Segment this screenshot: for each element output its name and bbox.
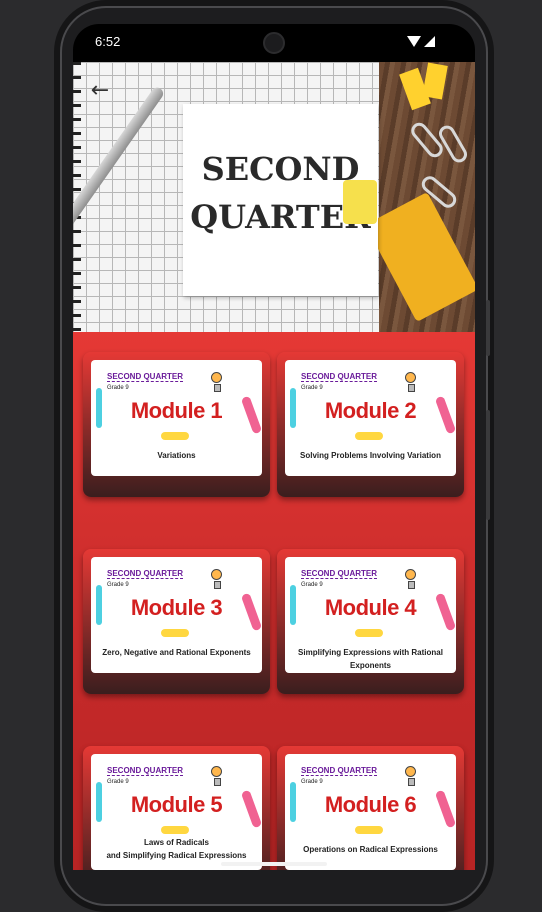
module-title-line: and Simplifying Radical Expressions	[106, 851, 247, 860]
module-thumbnail: SECOND QUARTER Grade 9 Module 3 Zero, Ne…	[91, 557, 262, 673]
module-title: Laws of Radicals and Simplifying Radical …	[95, 836, 258, 862]
module-card[interactable]: SECOND QUARTER Grade 9 Module 3 Zero, Ne…	[83, 549, 270, 694]
module-grid: SECOND QUARTER Grade 9 Module 1 Variatio…	[83, 352, 465, 870]
module-title-line: Zero, Negative and Rational Exponents	[102, 648, 251, 657]
module-thumbnail: SECOND QUARTER Grade 9 Module 5 Laws of …	[91, 754, 262, 870]
highlight-pill	[161, 432, 189, 440]
module-title-line: Variations	[157, 451, 196, 460]
module-thumbnail: SECOND QUARTER Grade 9 Module 4 Simplify…	[285, 557, 456, 673]
module-number: Module 6	[324, 792, 417, 817]
status-bar: 6:52	[73, 24, 475, 62]
module-thumbnail: SECOND QUARTER Grade 9 Module 2 Solving …	[285, 360, 456, 476]
power-button	[486, 410, 490, 520]
pencil-icon	[73, 85, 166, 232]
header-banner: SECOND QUARTER ←	[73, 62, 475, 332]
back-button[interactable]: ←	[87, 78, 113, 104]
module-card[interactable]: SECOND QUARTER Grade 9 Module 6 Operatio…	[277, 746, 464, 870]
module-card[interactable]: SECOND QUARTER Grade 9 Module 1 Variatio…	[83, 352, 270, 497]
module-thumbnail: SECOND QUARTER Grade 9 Module 1 Variatio…	[91, 360, 262, 476]
module-card[interactable]: SECOND QUARTER Grade 9 Module 4 Simplify…	[277, 549, 464, 694]
highlight-pill	[355, 826, 383, 834]
quarter-label: SECOND QUARTER	[301, 372, 378, 382]
quarter-label: SECOND QUARTER	[107, 766, 184, 776]
module-title: Operations on Radical Expressions	[289, 843, 452, 856]
quarter-label: SECOND QUARTER	[301, 766, 378, 776]
arrow-left-icon: ←	[90, 78, 110, 103]
lightbulb-icon	[405, 766, 416, 786]
grade-label: Grade 9	[301, 582, 323, 588]
module-title: Simplifying Expressions with Rational Ex…	[289, 646, 452, 672]
highlight-pill	[161, 826, 189, 834]
module-card[interactable]: SECOND QUARTER Grade 9 Module 5 Laws of …	[83, 746, 270, 870]
module-title-line: Simplifying Expressions with Rational Ex…	[298, 648, 443, 670]
quarter-label: SECOND QUARTER	[107, 372, 184, 382]
lightbulb-icon	[405, 569, 416, 589]
lightbulb-icon	[405, 372, 416, 392]
camera-icon	[263, 32, 285, 54]
status-icons	[407, 36, 435, 47]
grade-label: Grade 9	[107, 582, 129, 588]
quarter-label: SECOND QUARTER	[107, 569, 184, 579]
highlight-pill	[355, 432, 383, 440]
home-indicator[interactable]	[221, 862, 327, 866]
app-screen: 6:52 SECOND QUARTER ← SECOND QUARTER Gra…	[73, 24, 475, 870]
module-title-line: Operations on Radical Expressions	[303, 845, 438, 854]
module-thumbnail: SECOND QUARTER Grade 9 Module 6 Operatio…	[285, 754, 456, 870]
module-title-line: Laws of Radicals	[144, 838, 209, 847]
module-number: Module 4	[324, 595, 417, 620]
lightbulb-icon	[211, 766, 222, 786]
lightbulb-icon	[211, 372, 222, 392]
wifi-icon	[407, 36, 421, 47]
highlight-pill	[161, 629, 189, 637]
module-number: Module 2	[324, 398, 417, 423]
quarter-label: SECOND QUARTER	[301, 569, 378, 579]
module-number: Module 5	[130, 792, 223, 817]
grade-label: Grade 9	[301, 779, 323, 785]
module-title-line: Solving Problems Involving Variation	[300, 451, 441, 460]
status-time: 6:52	[95, 34, 121, 49]
grade-label: Grade 9	[301, 385, 323, 391]
signal-icon	[424, 36, 435, 47]
grade-label: Grade 9	[107, 385, 129, 391]
module-title: Solving Problems Involving Variation	[289, 449, 452, 462]
grade-label: Grade 9	[107, 779, 129, 785]
module-title: Zero, Negative and Rational Exponents	[95, 646, 258, 659]
lightbulb-icon	[211, 569, 222, 589]
module-card[interactable]: SECOND QUARTER Grade 9 Module 2 Solving …	[277, 352, 464, 497]
binder-clip-icon	[343, 180, 377, 224]
module-number: Module 1	[130, 398, 223, 423]
highlight-pill	[355, 629, 383, 637]
volume-button	[486, 300, 490, 356]
module-number: Module 3	[130, 595, 223, 620]
modules-section: SECOND QUARTER Grade 9 Module 1 Variatio…	[73, 332, 475, 870]
module-title: Variations	[95, 449, 258, 462]
